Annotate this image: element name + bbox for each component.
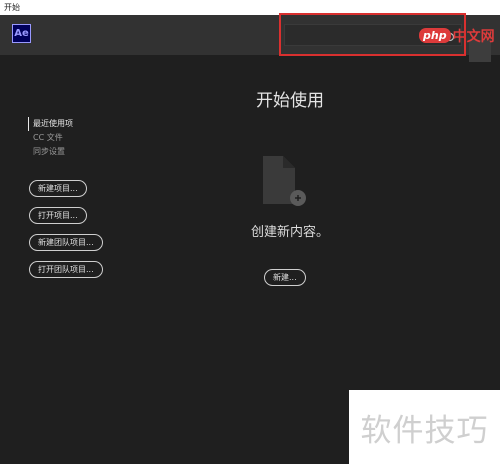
new-button[interactable]: 新建...	[264, 269, 306, 286]
php-watermark-text: 中文网	[452, 28, 495, 45]
sidebar-item-sync-settings[interactable]: 同步设置	[28, 145, 138, 159]
document-add-icon	[261, 154, 309, 210]
empty-state-message: 创建新内容。	[250, 225, 329, 240]
window-title: 开始	[4, 3, 20, 12]
sidebar-item-recent[interactable]: 最近使用项	[28, 117, 138, 131]
sidebar-nav: 最近使用项 CC 文件 同步设置	[28, 117, 138, 159]
open-team-project-button[interactable]: 打开团队项目...	[29, 261, 103, 278]
page-title: 开始使用	[256, 91, 324, 111]
php-watermark-badge: php	[419, 28, 451, 43]
new-project-button[interactable]: 新建项目...	[29, 180, 87, 197]
window-title-bar: 开始	[0, 0, 500, 15]
app-logo: Ae	[12, 24, 31, 43]
sidebar-item-cc-files[interactable]: CC 文件	[28, 131, 138, 145]
open-project-button[interactable]: 打开项目...	[29, 207, 87, 224]
bottom-watermark: 软件技巧	[349, 390, 500, 464]
new-team-project-button[interactable]: 新建团队项目...	[29, 234, 103, 251]
php-watermark: php 中文网	[419, 24, 495, 47]
